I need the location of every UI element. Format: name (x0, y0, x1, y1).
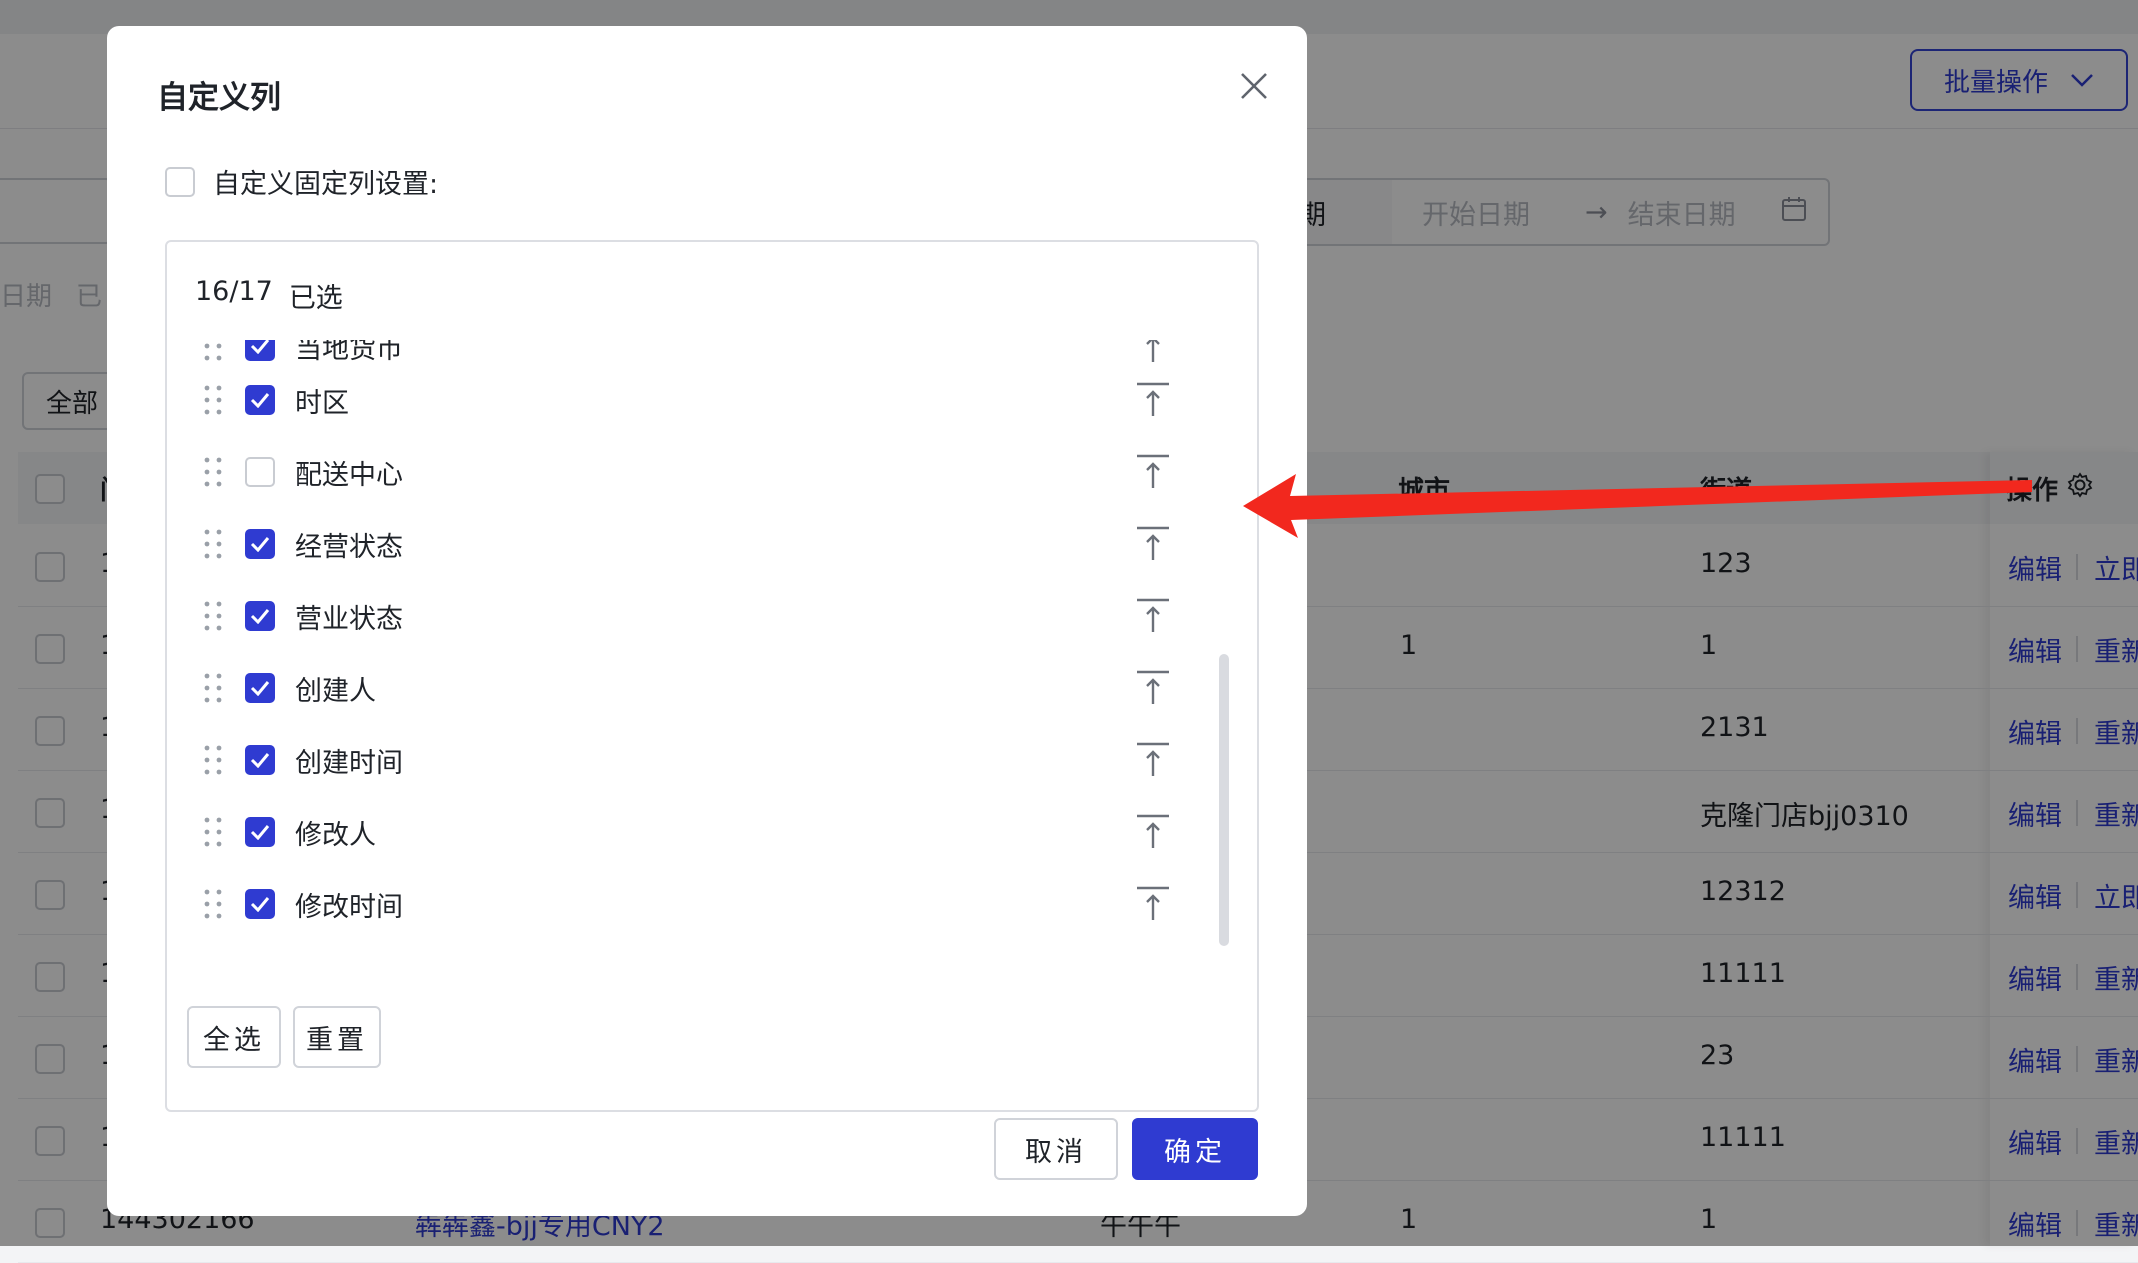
column-label: 创建时间 (295, 747, 403, 779)
drag-handle-icon[interactable] (201, 383, 225, 417)
column-checkbox[interactable] (245, 385, 275, 415)
pin-to-top-icon[interactable] (1135, 740, 1171, 780)
pin-to-top-icon[interactable] (1135, 452, 1171, 492)
column-item[interactable]: 修改人 (167, 802, 1227, 862)
column-checkbox[interactable] (245, 601, 275, 631)
column-label: 修改人 (295, 819, 376, 851)
column-checkbox[interactable] (245, 889, 275, 919)
column-item[interactable]: 时区 (167, 370, 1227, 430)
column-list-panel: 16/17 已选 当地货币时区配送中心经营状态营业状态创建人创建时间修改人修改时… (165, 240, 1259, 1112)
pin-to-top-icon[interactable] (1135, 596, 1171, 636)
pin-to-top-icon[interactable] (1135, 380, 1171, 420)
fixed-column-label: 自定义固定列设置: (213, 169, 439, 200)
cancel-button[interactable]: 取消 (994, 1118, 1118, 1180)
pin-to-top-icon[interactable] (1135, 524, 1171, 564)
drag-handle-icon[interactable] (201, 599, 225, 633)
column-list: 当地货币时区配送中心经营状态营业状态创建人创建时间修改人修改时间 (167, 340, 1227, 920)
column-label: 创建人 (295, 675, 376, 707)
dialog-title: 自定义列 (157, 80, 281, 116)
column-label: 营业状态 (295, 603, 403, 635)
selected-count-value: 16/17 (195, 276, 273, 307)
column-checkbox[interactable] (245, 457, 275, 487)
column-label: 时区 (295, 387, 349, 419)
reset-button[interactable]: 重置 (293, 1006, 381, 1068)
column-label: 经营状态 (295, 531, 403, 563)
column-item[interactable]: 创建人 (167, 658, 1227, 718)
column-item[interactable]: 营业状态 (167, 586, 1227, 646)
column-checkbox[interactable] (245, 340, 275, 361)
cancel-label: 取消 (1025, 1136, 1087, 1168)
selected-count: 16/17 已选 (195, 276, 343, 315)
fixed-column-checkbox[interactable] (165, 166, 195, 197)
column-label: 配送中心 (295, 459, 403, 491)
selected-count-suffix: 已选 (288, 283, 343, 314)
confirm-button[interactable]: 确定 (1132, 1118, 1258, 1180)
drag-handle-icon[interactable] (201, 887, 225, 920)
column-checkbox[interactable] (245, 529, 275, 559)
drag-handle-icon[interactable] (201, 455, 225, 489)
column-label: 当地货币 (295, 340, 403, 365)
drag-handle-icon[interactable] (201, 527, 225, 561)
pin-to-top-icon[interactable] (1135, 884, 1171, 920)
select-all-label: 全选 (203, 1024, 265, 1056)
drag-handle-icon[interactable] (201, 815, 225, 849)
drag-handle-icon[interactable] (201, 340, 225, 363)
close-icon[interactable] (1232, 64, 1276, 108)
column-item[interactable]: 创建时间 (167, 730, 1227, 790)
custom-columns-dialog: 自定义列 自定义固定列设置: 16/17 已选 当地货币时区配送中心经营状态营业… (107, 26, 1307, 1216)
list-scrollbar[interactable] (1219, 654, 1229, 946)
drag-handle-icon[interactable] (201, 671, 225, 705)
column-checkbox[interactable] (245, 673, 275, 703)
pin-to-top-icon[interactable] (1135, 668, 1171, 708)
reset-label: 重置 (306, 1024, 368, 1056)
confirm-label: 确定 (1164, 1136, 1226, 1168)
column-checkbox[interactable] (245, 745, 275, 775)
column-item[interactable]: 配送中心 (167, 442, 1227, 502)
pin-to-top-icon[interactable] (1135, 340, 1171, 366)
column-item[interactable]: 经营状态 (167, 514, 1227, 574)
pin-to-top-icon[interactable] (1135, 812, 1171, 852)
column-item[interactable]: 修改时间 (167, 874, 1227, 920)
select-all-button[interactable]: 全选 (187, 1006, 281, 1068)
column-label: 修改时间 (295, 891, 403, 921)
fixed-column-setting[interactable]: 自定义固定列设置: (165, 162, 438, 201)
column-checkbox[interactable] (245, 817, 275, 847)
drag-handle-icon[interactable] (201, 743, 225, 777)
